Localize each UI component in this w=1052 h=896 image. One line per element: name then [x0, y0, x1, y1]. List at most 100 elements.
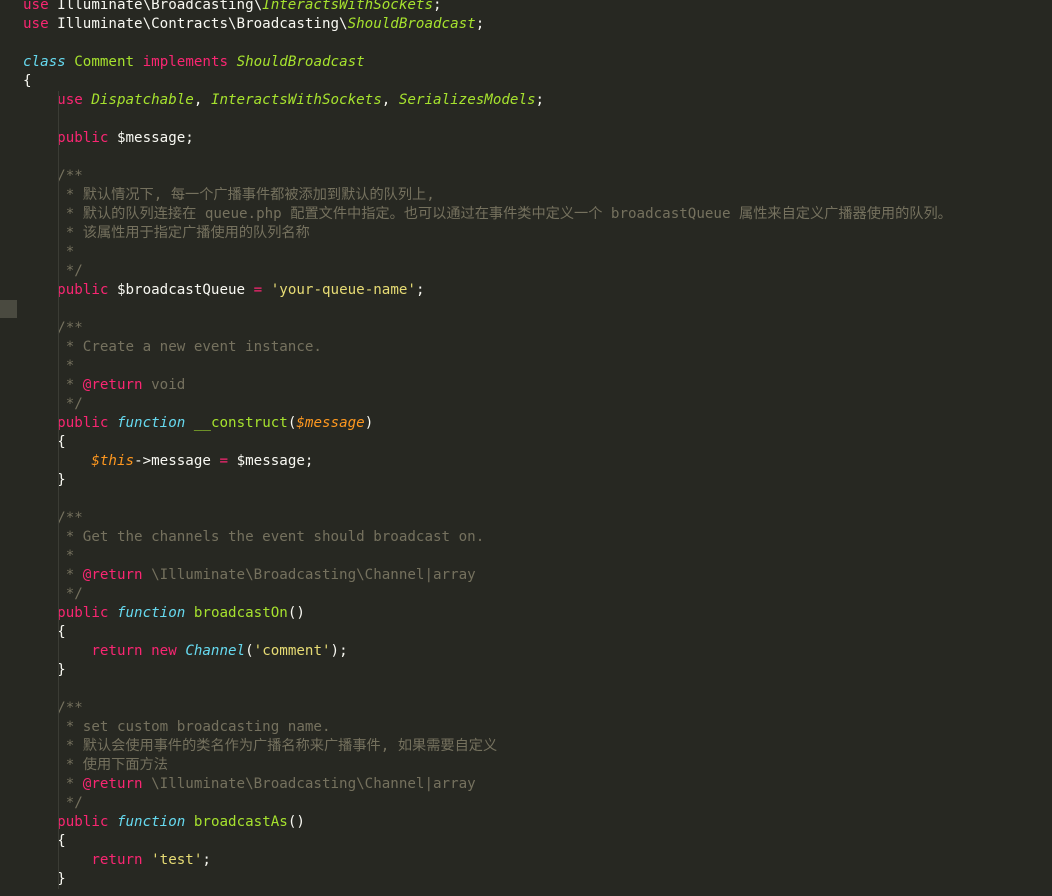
code-line[interactable]: public function broadcastOn() [0, 604, 1052, 623]
code-token: * [57, 358, 75, 374]
code-line[interactable]: return 'test'; [0, 851, 1052, 870]
code-token: ShouldBroadcast [236, 54, 365, 70]
code-line[interactable]: * [0, 243, 1052, 262]
code-line[interactable] [0, 300, 1052, 319]
code-token: , [193, 92, 211, 108]
code-line[interactable]: /** [0, 509, 1052, 528]
code-token: /** [57, 700, 83, 716]
code-line[interactable]: * [0, 357, 1052, 376]
code-token: SerializesModels [398, 92, 536, 108]
code-token: * Create a new event instance. [57, 339, 322, 355]
indent-guide [58, 623, 59, 642]
code-token: @return [82, 776, 143, 792]
code-token: broadcastAs [193, 814, 288, 830]
code-line[interactable]: */ [0, 794, 1052, 813]
code-line[interactable]: $this->message = $message; [0, 452, 1052, 471]
code-line[interactable]: public $broadcastQueue = 'your-queue-nam… [0, 281, 1052, 300]
code-token: * Get the channels the event should broa… [57, 529, 485, 545]
code-line[interactable]: * 默认的队列连接在 queue.php 配置文件中指定。也可以通过在事件类中定… [0, 205, 1052, 224]
code-line[interactable] [0, 148, 1052, 167]
code-token: { [23, 833, 66, 849]
code-token: = [253, 282, 263, 298]
code-line[interactable]: public function __construct($message) [0, 414, 1052, 433]
code-token: /** [57, 168, 83, 184]
code-token: Channel [185, 643, 246, 659]
code-line[interactable]: * 使用下面方法 [0, 756, 1052, 775]
code-line[interactable]: * set custom broadcasting name. [0, 718, 1052, 737]
code-line[interactable]: /** [0, 167, 1052, 186]
code-line[interactable]: } [0, 870, 1052, 889]
code-line[interactable]: { [0, 832, 1052, 851]
code-token: public [57, 130, 109, 146]
code-line[interactable]: { [0, 623, 1052, 642]
code-line[interactable]: public function broadcastAs() [0, 813, 1052, 832]
code-line[interactable]: use Illuminate\Broadcasting\InteractsWit… [0, 0, 1052, 15]
code-line[interactable]: * Create a new event instance. [0, 338, 1052, 357]
code-line[interactable]: } [0, 661, 1052, 680]
code-line[interactable]: * 该属性用于指定广播使用的队列名称 [0, 224, 1052, 243]
code-token: ); [330, 643, 348, 659]
code-line[interactable]: */ [0, 395, 1052, 414]
code-token: class [23, 54, 66, 70]
code-line[interactable]: use Illuminate\Contracts\Broadcasting\Sh… [0, 15, 1052, 34]
code-token: 'test' [151, 852, 203, 868]
code-line[interactable] [0, 34, 1052, 53]
code-token: public [57, 415, 109, 431]
indent-guide [58, 737, 59, 756]
code-token: * [57, 244, 75, 260]
code-line[interactable]: public $message; [0, 129, 1052, 148]
code-line[interactable]: */ [0, 262, 1052, 281]
code-line[interactable]: * 默认情况下, 每一个广播事件都被添加到默认的队列上, [0, 186, 1052, 205]
code-token: return [91, 852, 143, 868]
code-token: \Illuminate\Broadcasting\Channel|array [142, 567, 476, 583]
code-view[interactable]: use Illuminate\Broadcasting\InteractsWit… [0, 0, 1052, 889]
code-token: return [91, 643, 143, 659]
code-line[interactable]: * [0, 547, 1052, 566]
code-line[interactable]: /** [0, 699, 1052, 718]
indent-guide [58, 547, 59, 566]
code-line[interactable]: * @return \Illuminate\Broadcasting\Chann… [0, 566, 1052, 585]
code-line[interactable] [0, 680, 1052, 699]
code-line[interactable]: use Dispatchable, InteractsWithSockets, … [0, 91, 1052, 110]
code-token: $this [91, 453, 135, 469]
code-line[interactable]: { [0, 72, 1052, 91]
code-token: } [23, 871, 66, 887]
code-token: @return [82, 377, 143, 393]
code-line[interactable]: } [0, 471, 1052, 490]
indent-guide [58, 414, 59, 433]
code-token: Comment [74, 54, 135, 70]
code-line[interactable]: * 默认会使用事件的类名作为广播名称来广播事件, 如果需要自定义 [0, 737, 1052, 756]
code-token: ; [475, 16, 485, 32]
code-line[interactable]: * Get the channels the event should broa… [0, 528, 1052, 547]
code-line[interactable] [0, 490, 1052, 509]
indent-guide [58, 642, 59, 661]
indent-guide [58, 395, 59, 414]
code-line[interactable]: * @return \Illuminate\Broadcasting\Chann… [0, 775, 1052, 794]
code-line[interactable]: { [0, 433, 1052, 452]
code-editor[interactable]: use Illuminate\Broadcasting\InteractsWit… [0, 0, 1052, 896]
code-line[interactable]: return new Channel('comment'); [0, 642, 1052, 661]
code-line[interactable]: /** [0, 319, 1052, 338]
code-token: __construct [193, 415, 288, 431]
code-line[interactable]: */ [0, 585, 1052, 604]
code-token: void [142, 377, 186, 393]
code-token: ( [245, 643, 254, 659]
code-line[interactable]: class Comment implements ShouldBroadcast [0, 53, 1052, 72]
code-line[interactable] [0, 110, 1052, 129]
code-token: function [116, 814, 186, 830]
code-line[interactable]: * @return void [0, 376, 1052, 395]
code-token: { [23, 624, 66, 640]
